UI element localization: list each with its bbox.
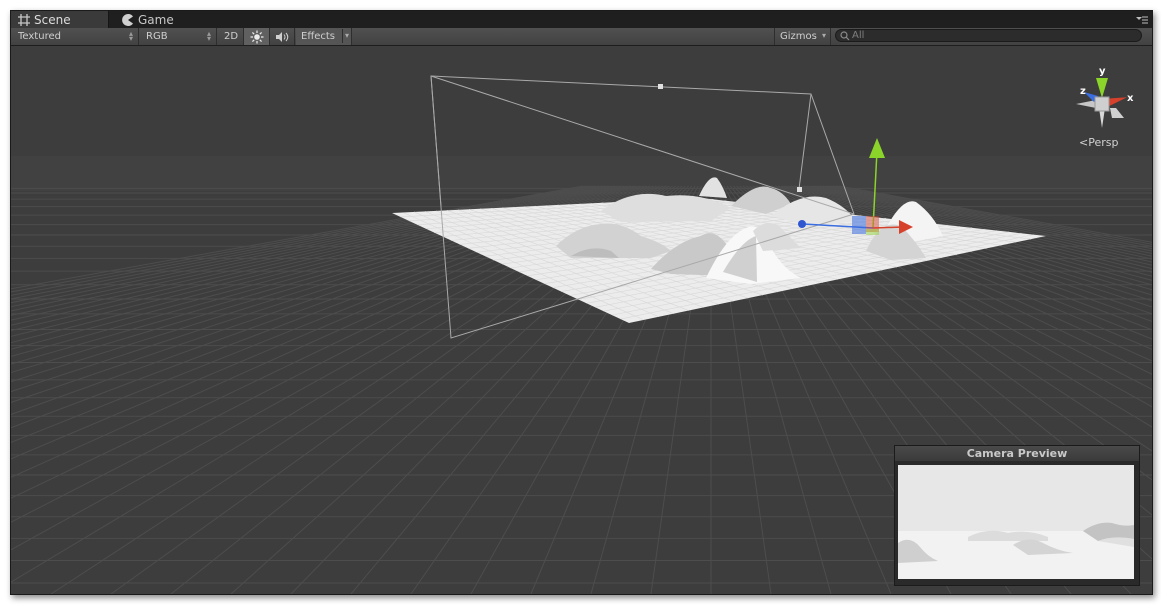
axis-label-x: x <box>1127 93 1134 104</box>
projection-toggle[interactable]: <Persp <box>1079 136 1118 149</box>
render-mode-dropdown[interactable]: RGB ▴ ▾ <box>139 28 217 45</box>
pacman-icon <box>122 13 133 26</box>
gizmos-arrow-icon: ▾ <box>821 31 826 40</box>
gizmos-label: Gizmos <box>780 31 817 42</box>
tab-menu-icon[interactable] <box>1136 15 1148 25</box>
scene-toolbar: Textured ▴ ▾ RGB ▴ ▾ 2D Effects ▾ Gizmos… <box>11 28 1152 46</box>
camera-preview-image <box>898 465 1134 579</box>
camera-preview-panel: Camera Preview <box>894 445 1140 586</box>
tab-bar: Scene Game <box>11 11 1152 28</box>
audio-toggle[interactable] <box>270 28 295 45</box>
mode-2d-label: 2D <box>223 31 239 42</box>
search-input[interactable]: All <box>835 29 1142 42</box>
effects-dropdown[interactable]: Effects ▾ <box>296 28 352 45</box>
effects-label: Effects <box>301 31 335 42</box>
frustum-handle-top[interactable] <box>658 84 663 89</box>
frustum-handle-mid[interactable] <box>797 187 802 192</box>
dropdown-arrows-icon: ▴ ▾ <box>206 29 211 43</box>
sun-icon <box>250 30 263 43</box>
axis-label-z: z <box>1080 86 1086 97</box>
dropdown-arrows-icon: ▴ ▾ <box>128 29 133 43</box>
lighting-toggle[interactable] <box>244 28 270 45</box>
tab-game-label: Game <box>138 12 174 27</box>
tab-scene[interactable]: Scene <box>11 11 109 28</box>
mode-2d-button[interactable]: 2D <box>219 28 244 45</box>
projection-label: Persp <box>1088 136 1119 149</box>
render-mode-value: RGB <box>146 31 168 42</box>
scene-viewport[interactable]: y z x <Persp Camera Preview <box>11 46 1152 594</box>
axis-label-y: y <box>1099 66 1106 77</box>
tab-scene-label: Scene <box>34 12 71 27</box>
draw-mode-value: Textured <box>18 31 61 42</box>
gizmos-dropdown[interactable]: Gizmos ▾ <box>774 28 831 45</box>
grid-icon <box>18 13 30 26</box>
speaker-icon <box>276 31 289 42</box>
draw-mode-dropdown[interactable]: Textured ▴ ▾ <box>11 28 139 45</box>
search-placeholder: All <box>852 30 865 41</box>
search-icon <box>840 30 850 40</box>
camera-preview-title: Camera Preview <box>895 446 1139 461</box>
effects-arrow-icon: ▾ <box>341 29 349 43</box>
scene-window: Scene Game Textured ▴ ▾ RGB ▴ ▾ 2D Effec… <box>10 10 1153 595</box>
tab-game[interactable]: Game <box>115 11 195 28</box>
persp-arrow-icon: < <box>1079 136 1089 149</box>
